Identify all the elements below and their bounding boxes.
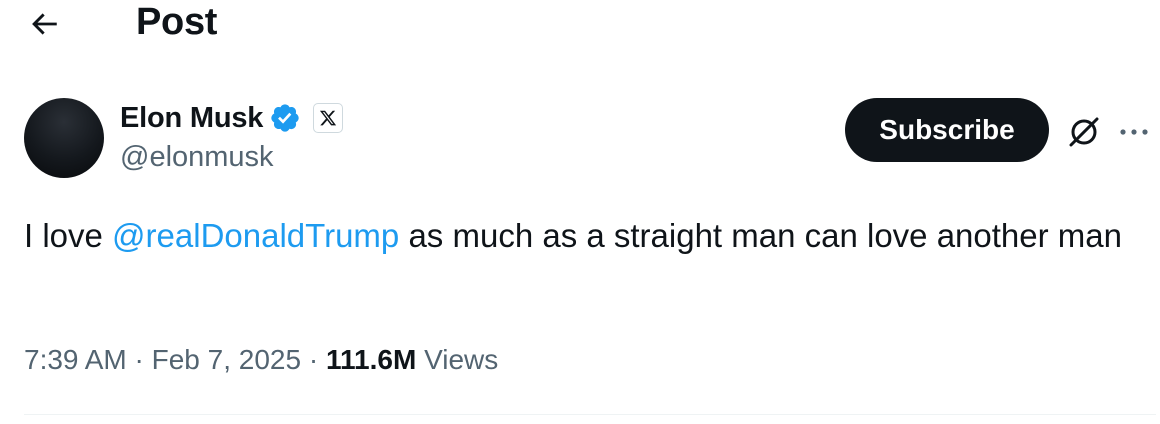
views-label: Views [424,344,499,375]
page-title: Post [136,1,218,43]
mention-link[interactable]: @realDonaldTrump [112,217,399,254]
author-name[interactable]: Elon Musk [120,100,263,136]
author-handle[interactable]: @elonmusk [120,139,274,175]
views-count[interactable]: 111.6M [326,344,416,375]
tweet-date[interactable]: Feb 7, 2025 [152,344,301,375]
meta-separator: · [308,344,319,375]
verified-badge-icon[interactable] [269,102,301,134]
post-page: Post Elon Musk @elonmusk Subscribe I lov… [0,0,1160,424]
x-logo-icon[interactable] [313,103,344,133]
avatar[interactable] [24,98,104,178]
divider [24,414,1156,415]
tweet-text: I love @realDonaldTrump as much as a str… [24,212,1124,259]
subscribe-button[interactable]: Subscribe [845,98,1049,162]
tweet-text-before: I love [24,217,113,254]
more-horizontal-icon [1120,129,1148,135]
back-button[interactable] [24,4,64,44]
grok-icon [1069,117,1099,147]
more-button[interactable] [1116,112,1152,152]
grok-button[interactable] [1064,112,1104,152]
meta-separator: · [134,344,144,375]
tweet-time[interactable]: 7:39 AM [24,344,127,375]
arrow-left-icon [32,13,57,35]
author-name-row: Elon Musk [120,100,344,136]
tweet-text-after: as much as a straight man can love anoth… [399,217,1122,254]
tweet-meta: 7:39 AM · Feb 7, 2025 · 111.6M Views [24,342,498,378]
